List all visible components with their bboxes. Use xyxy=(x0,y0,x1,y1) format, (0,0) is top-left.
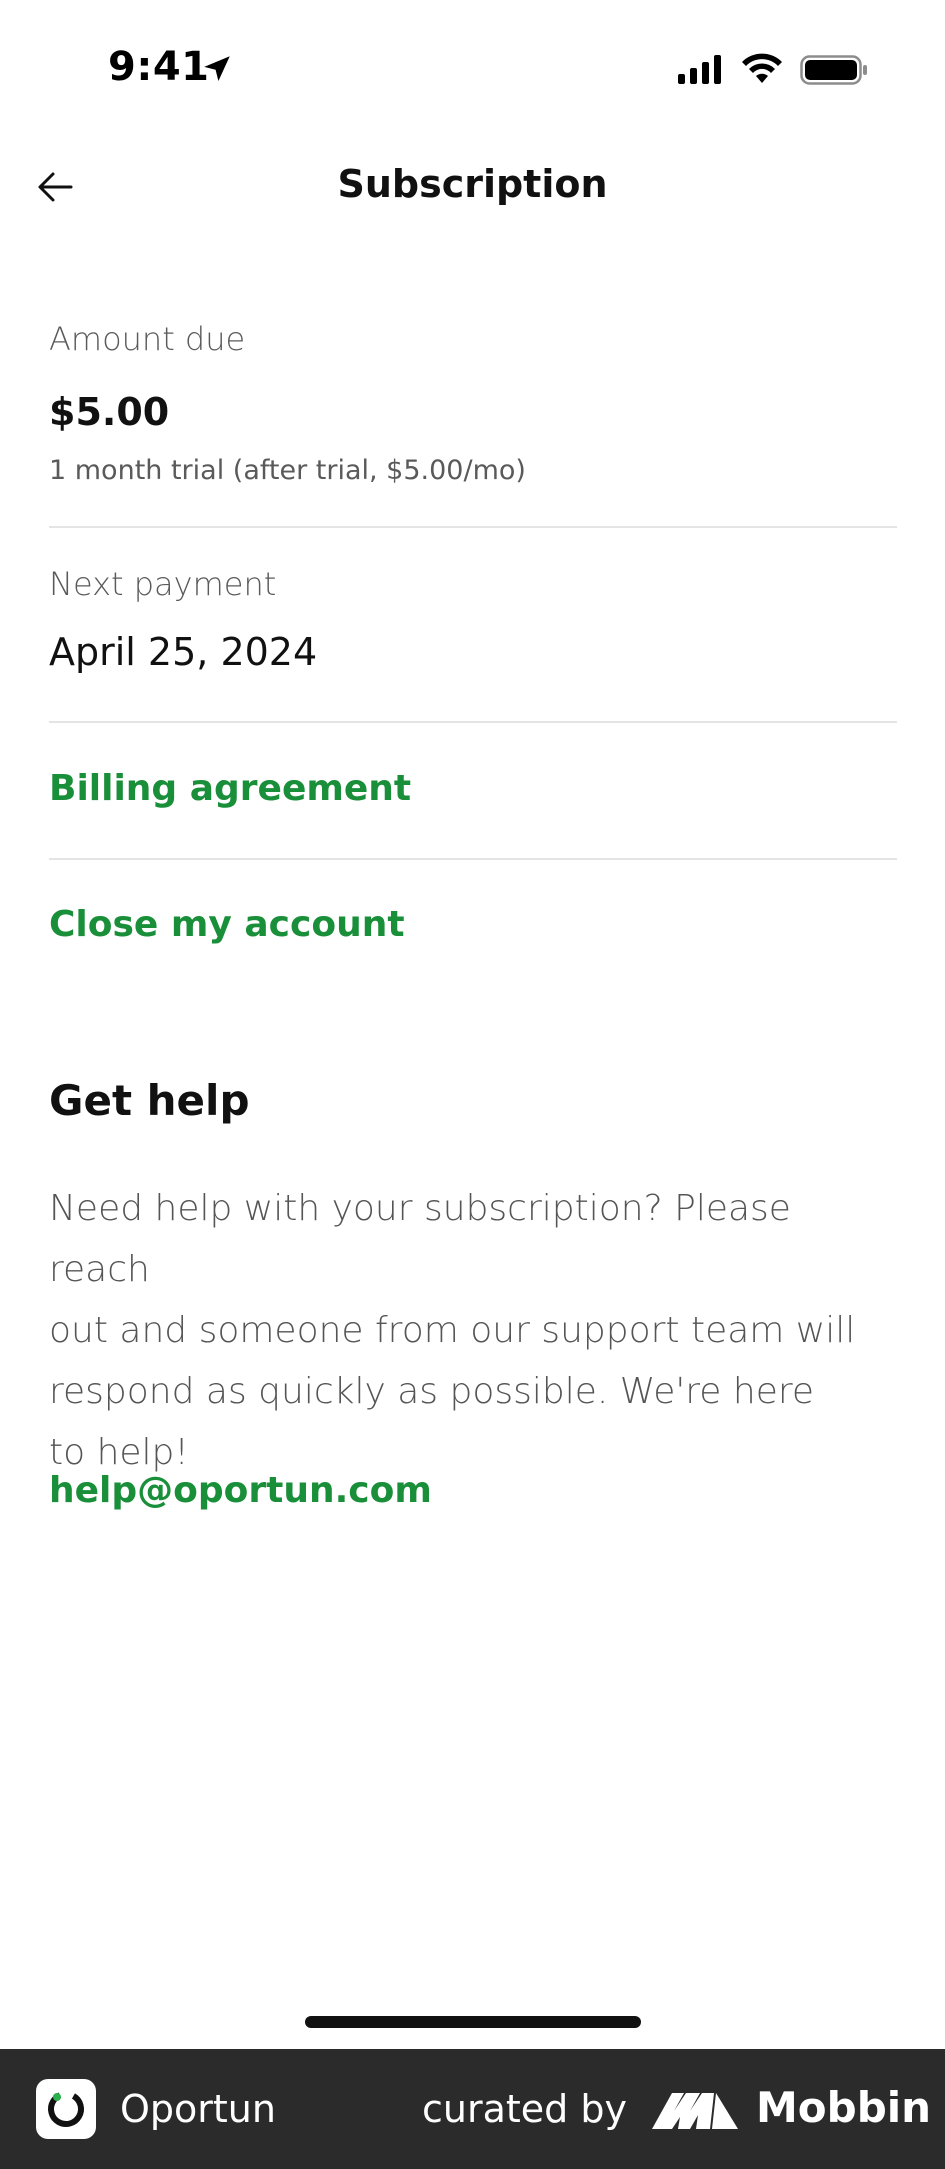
curated-by-text: curated by xyxy=(422,2087,627,2131)
help-line: out and someone from our support team wi… xyxy=(49,1310,856,1351)
divider xyxy=(49,526,897,528)
divider xyxy=(49,858,897,860)
help-email-link[interactable]: help@oportun.com xyxy=(49,1470,432,1511)
nav-bar: Subscription xyxy=(0,140,945,230)
next-payment-value: April 25, 2024 xyxy=(49,630,318,674)
status-bar: 9:41 xyxy=(0,0,945,140)
oportun-logo-icon xyxy=(36,2079,96,2139)
divider xyxy=(49,721,897,723)
get-help-heading: Get help xyxy=(49,1076,250,1125)
help-description: Need help with your subscription? Please… xyxy=(49,1178,897,1483)
status-time: 9:41 xyxy=(108,44,210,90)
home-indicator xyxy=(305,2016,641,2028)
mobbin-logo-icon xyxy=(652,2093,738,2129)
cellular-signal-icon xyxy=(678,55,721,84)
mobbin-brand-name: Mobbin xyxy=(756,2083,932,2132)
page-title: Subscription xyxy=(337,162,608,206)
trial-note: 1 month trial (after trial, $5.00/mo) xyxy=(49,455,526,486)
close-account-link[interactable]: Close my account xyxy=(49,904,405,945)
battery-icon xyxy=(800,55,867,85)
wifi-icon xyxy=(742,53,782,83)
help-line: Need help with your subscription? Please… xyxy=(49,1188,791,1290)
help-line: respond as quickly as possible. We're he… xyxy=(49,1371,815,1412)
location-arrow-icon xyxy=(204,56,230,82)
billing-agreement-link[interactable]: Billing agreement xyxy=(49,768,411,809)
amount-due-value: $5.00 xyxy=(49,390,170,434)
amount-due-label: Amount due xyxy=(49,320,246,358)
footer-bar: Oportun curated by Mobbin xyxy=(0,2049,945,2169)
footer-app-name: Oportun xyxy=(120,2087,276,2131)
next-payment-label: Next payment xyxy=(49,565,277,603)
